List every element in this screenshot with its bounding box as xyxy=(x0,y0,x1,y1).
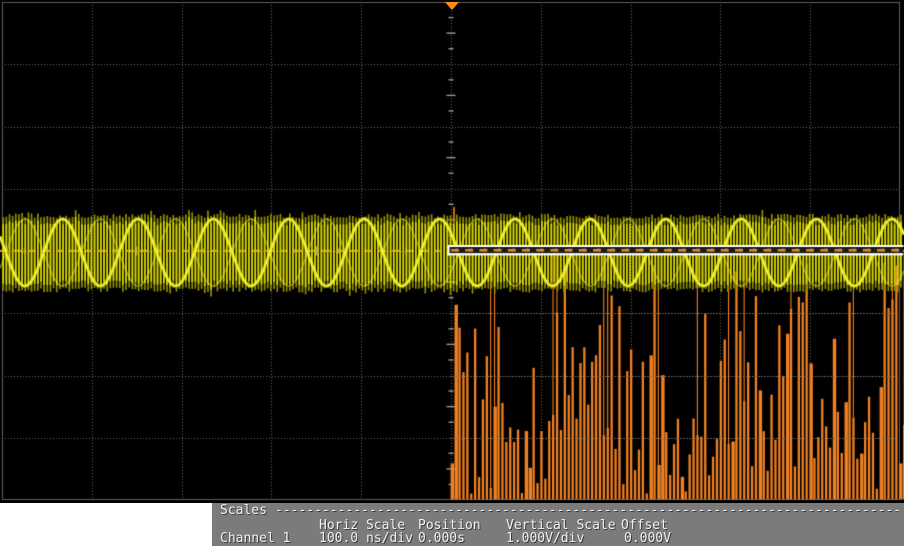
channel-1-horiz-scale-value: 100.0 ns/div xyxy=(319,531,413,546)
channel-1-offset-value: 0.000V xyxy=(624,531,671,546)
scope-graticule-display xyxy=(0,0,904,503)
scales-divider: ----------------------------------------… xyxy=(275,504,899,518)
bottom-left-blank xyxy=(0,503,212,546)
scales-panel: Scales ---------------------------------… xyxy=(212,503,904,546)
channel-1-vertical-scale-value: 1.000V/div xyxy=(506,531,585,546)
oscilloscope-screen: Scales ---------------------------------… xyxy=(0,0,904,546)
bottom-strip: Scales ---------------------------------… xyxy=(0,503,904,546)
trigger-position-marker-icon[interactable] xyxy=(445,2,459,10)
scales-title: Scales xyxy=(220,503,267,518)
channel-1-position-value: 0.000s xyxy=(418,531,465,546)
channel-1-label: Channel 1 xyxy=(220,531,291,546)
